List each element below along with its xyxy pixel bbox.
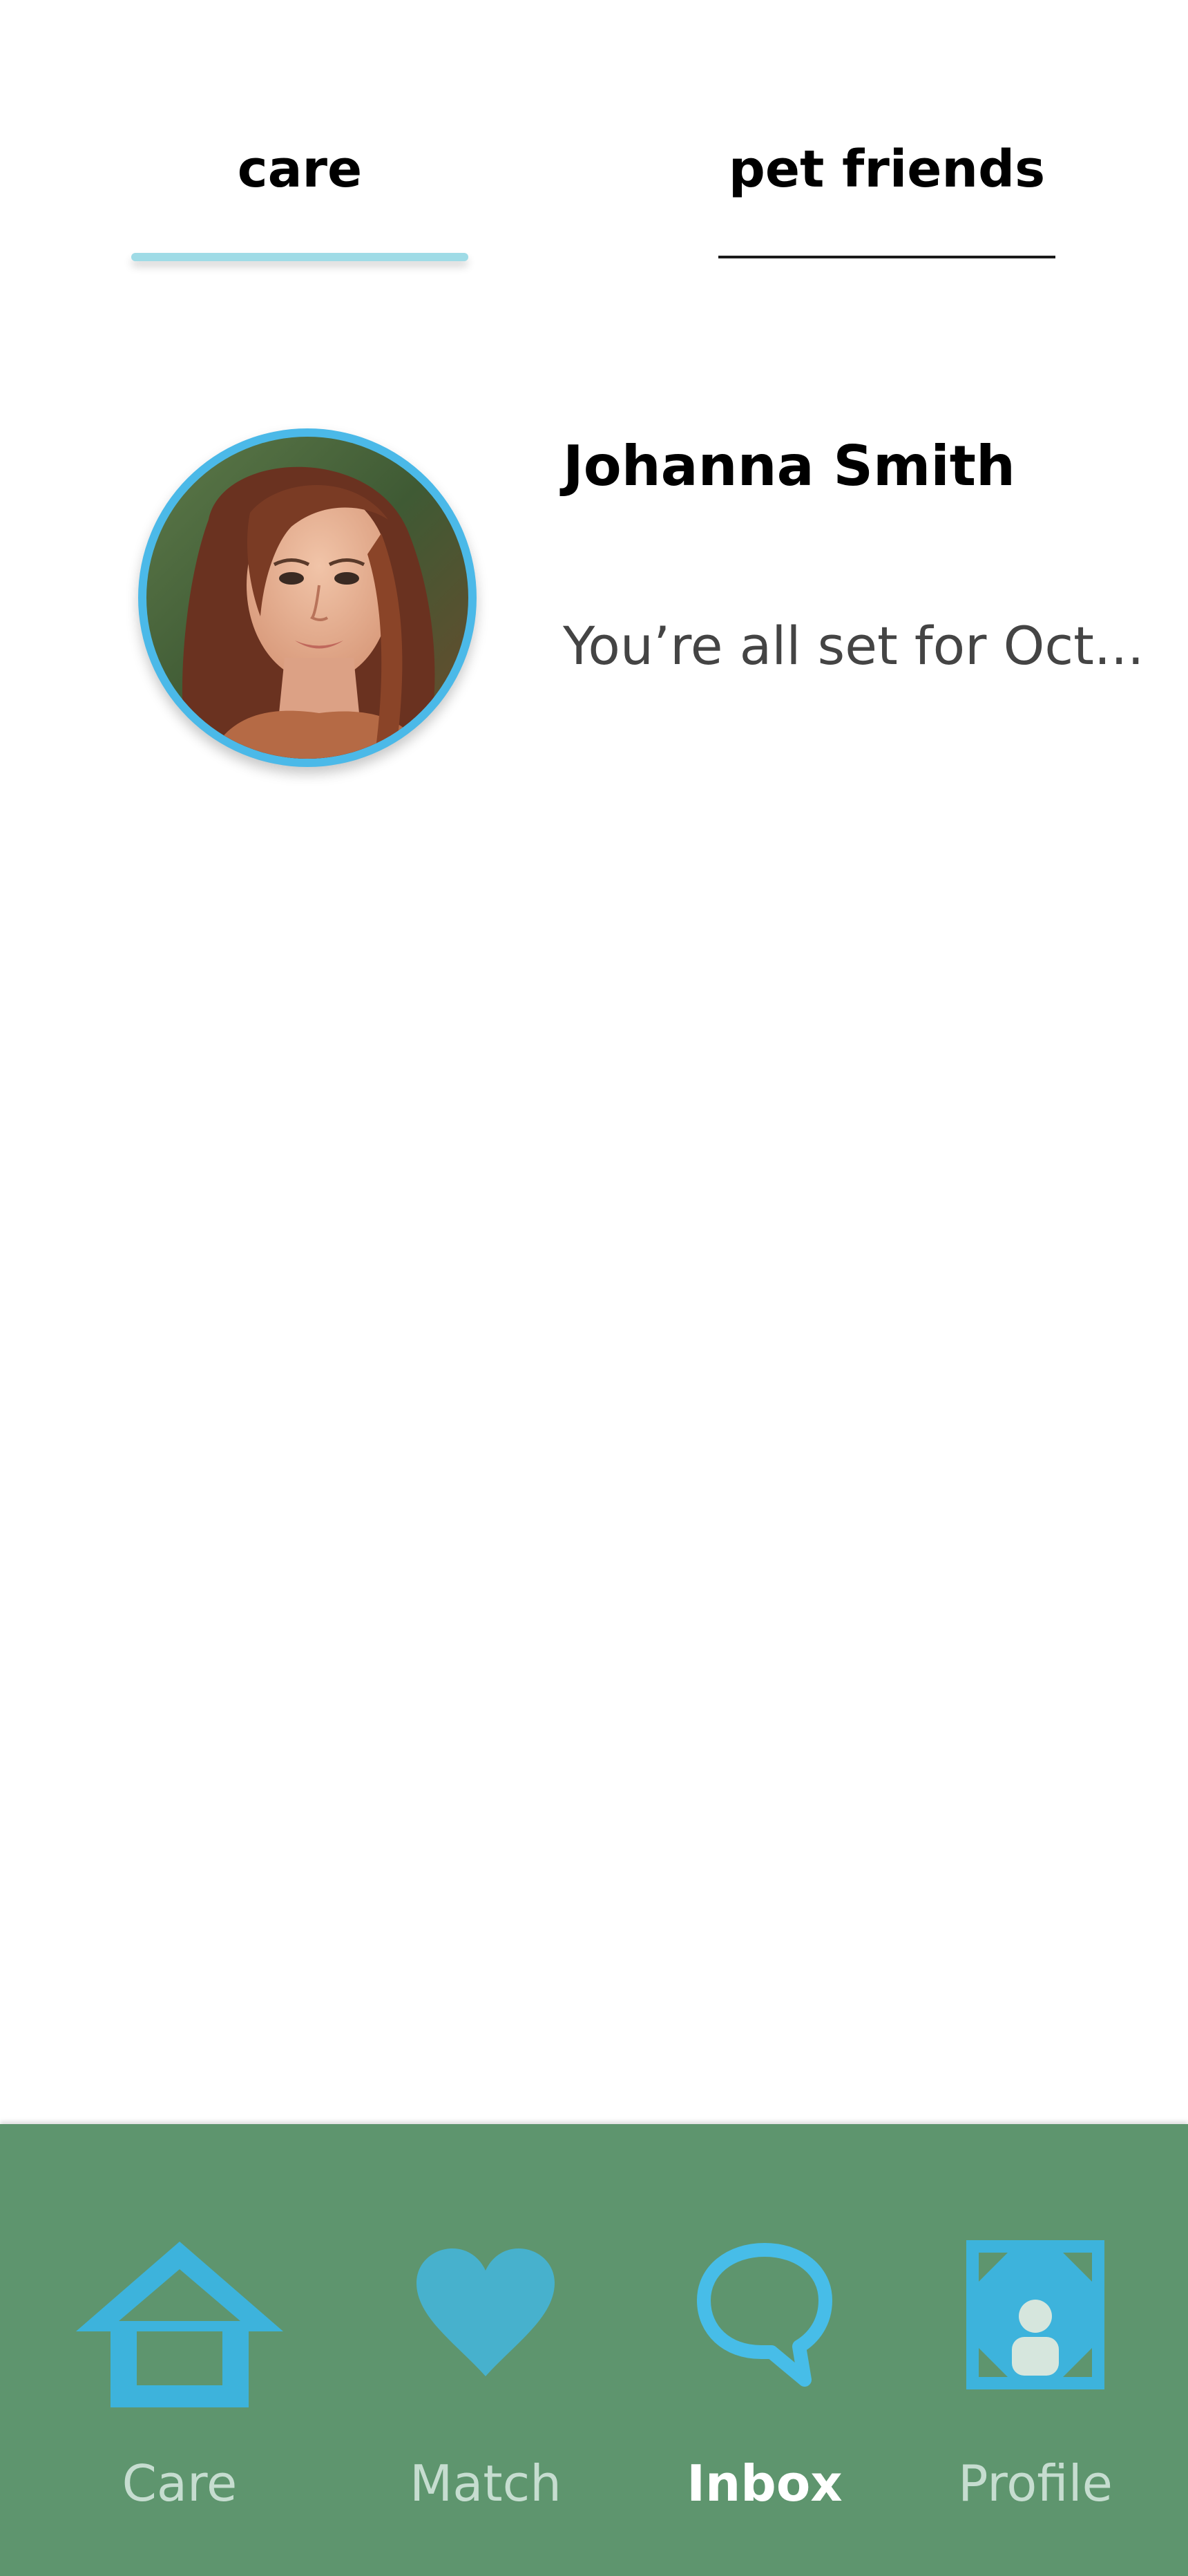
nav-item-care[interactable]: Care <box>48 2242 311 2532</box>
contact-name: Johanna Smith <box>563 434 1015 498</box>
tab-pet-friends[interactable]: pet friends <box>718 131 1055 207</box>
bottom-navigation: Care Match Inbox Profile <box>0 2124 1188 2576</box>
conversation-item[interactable]: Johanna Smith You’re all set for Oct... <box>131 415 1140 781</box>
nav-label-profile: Profile <box>958 2454 1113 2512</box>
tab-pet-friends-underline <box>718 256 1055 258</box>
tab-care[interactable]: care <box>131 131 468 207</box>
nav-item-profile[interactable]: Profile <box>904 2240 1167 2532</box>
avatar <box>138 428 477 767</box>
profile-card-icon <box>966 2240 1104 2389</box>
nav-label-match: Match <box>410 2454 562 2512</box>
nav-item-match[interactable]: Match <box>354 2242 617 2532</box>
nav-label-care: Care <box>122 2454 238 2512</box>
avatar-photo <box>146 437 468 759</box>
nav-label-inbox: Inbox <box>687 2454 843 2512</box>
house-icon <box>76 2242 283 2407</box>
heart-icon <box>416 2248 555 2376</box>
message-preview: You’re all set for Oct... <box>563 615 1140 676</box>
tab-care-active-indicator <box>131 253 468 261</box>
speech-bubble-icon <box>697 2243 832 2387</box>
nav-item-inbox[interactable]: Inbox <box>633 2242 896 2532</box>
